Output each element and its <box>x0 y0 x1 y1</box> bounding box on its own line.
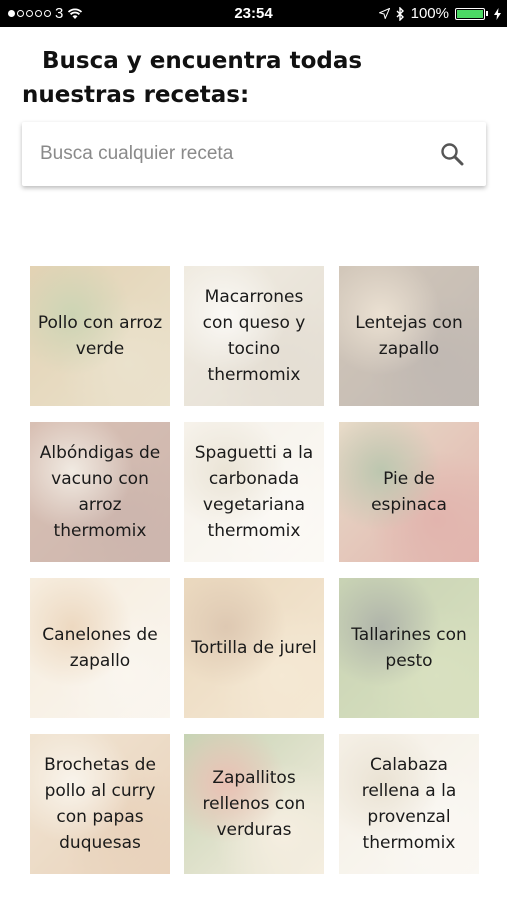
recipe-title: Lentejas con zapallo <box>355 313 463 359</box>
status-indicators: 100% <box>378 5 501 22</box>
recipe-title: Calabaza rellena a la provenzal thermomi… <box>361 755 457 853</box>
page-title: Busca y encuentra todas nuestras recetas… <box>22 48 363 108</box>
recipe-card[interactable]: Calabaza rellena a la provenzal thermomi… <box>339 734 479 874</box>
recipe-card[interactable]: Macarrones con queso y tocino thermomix <box>184 266 324 406</box>
recipe-title: Canelones de zapallo <box>42 625 158 671</box>
search-input[interactable]: Busca cualquier receta <box>22 122 486 186</box>
recipe-title: Spaguetti a la carbonada vegetariana the… <box>194 443 314 541</box>
charging-bolt-icon <box>494 7 501 20</box>
recipe-card[interactable]: Tortilla de jurel <box>184 578 324 718</box>
recipe-title: Pie de espinaca <box>371 469 447 515</box>
recipe-card[interactable]: Canelones de zapallo <box>30 578 170 718</box>
recipe-title: Pollo con arroz verde <box>37 313 163 359</box>
recipe-card[interactable]: Pie de espinaca <box>339 422 479 562</box>
search-placeholder: Busca cualquier receta <box>40 143 234 164</box>
location-arrow-icon <box>378 8 390 19</box>
recipe-title: Zapallitos rellenos con verduras <box>202 768 306 840</box>
recipe-card[interactable]: Tallarines con pesto <box>339 578 479 718</box>
search-icon[interactable] <box>440 142 464 166</box>
recipe-card[interactable]: Pollo con arroz verde <box>30 266 170 406</box>
recipe-card[interactable]: Zapallitos rellenos con verduras <box>184 734 324 874</box>
recipe-card[interactable]: Brochetas de pollo al curry con papas du… <box>30 734 170 874</box>
recipe-card[interactable]: Lentejas con zapallo <box>339 266 479 406</box>
recipe-title: Albóndigas de vacuno con arroz thermomix <box>39 443 161 541</box>
recipe-grid: Pollo con arroz verde Macarrones con ques… <box>30 266 479 874</box>
bluetooth-icon <box>396 6 404 21</box>
battery-icon <box>455 7 485 20</box>
recipe-title: Tallarines con pesto <box>351 625 467 671</box>
recipe-title: Brochetas de pollo al curry con papas du… <box>44 755 156 853</box>
recipe-card[interactable]: Spaguetti a la carbonada vegetariana the… <box>184 422 324 562</box>
recipe-title: Tortilla de jurel <box>191 638 317 658</box>
recipe-title: Macarrones con queso y tocino thermomix <box>202 287 306 385</box>
status-bar: 3 23:54 100% <box>0 0 507 27</box>
battery-percent: 100% <box>410 5 449 22</box>
recipe-card[interactable]: Albóndigas de vacuno con arroz thermomix <box>30 422 170 562</box>
